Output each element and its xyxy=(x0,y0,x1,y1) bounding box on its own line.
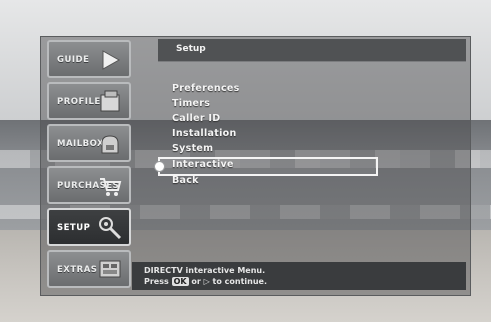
mailbox-icon xyxy=(101,135,119,154)
tab-mailbox[interactable]: MAILBOX xyxy=(47,124,131,162)
tab-extras[interactable]: EXTRAS xyxy=(47,250,131,288)
extras-icon xyxy=(99,260,121,278)
menu-item-label: Back xyxy=(172,175,199,186)
menu-item-interactive[interactable]: Interactive xyxy=(154,157,378,176)
title-bar: Setup xyxy=(158,39,466,62)
page-title: Setup xyxy=(176,44,206,54)
menu-item-label: Caller ID xyxy=(172,113,221,124)
arrow-right-icon xyxy=(102,50,121,70)
help-text: or ▷ to continue. xyxy=(191,277,267,286)
menu-item-label: Preferences xyxy=(172,83,240,94)
menu-item-caller-id[interactable]: Caller ID xyxy=(172,113,392,127)
profile-card-icon xyxy=(100,90,120,112)
shopping-cart-icon xyxy=(100,178,122,196)
tab-setup[interactable]: SETUP xyxy=(47,208,131,246)
tab-profiles[interactable]: PROFILES xyxy=(47,82,131,120)
menu-item-back[interactable]: Back xyxy=(172,175,392,189)
ok-key-badge: OK xyxy=(171,277,189,286)
tab-guide[interactable]: GUIDE xyxy=(47,40,131,78)
menu-item-timers[interactable]: Timers xyxy=(172,98,392,112)
menu-item-system[interactable]: System xyxy=(172,143,392,157)
menu-item-installation[interactable]: Installation xyxy=(172,128,392,142)
tab-label: EXTRAS xyxy=(57,265,98,275)
help-bar: DIRECTV interactive Menu. Press OK or ▷ … xyxy=(132,262,466,290)
menu-item-label: Timers xyxy=(172,98,211,109)
menu-item-label: Interactive xyxy=(172,159,234,170)
tab-purchases[interactable]: PURCHASES xyxy=(47,166,131,204)
help-text: Press xyxy=(144,277,169,286)
tools-icon xyxy=(99,217,122,240)
menu-item-label: Installation xyxy=(172,128,237,139)
tab-label: GUIDE xyxy=(57,55,90,65)
menu-item-preferences[interactable]: Preferences xyxy=(172,83,392,97)
tab-label: SETUP xyxy=(57,223,91,233)
help-instruction: Press OK or ▷ to continue. xyxy=(144,277,267,286)
menu-item-label: System xyxy=(172,143,214,154)
help-text: DIRECTV interactive Menu. xyxy=(144,266,266,275)
selection-marker-icon xyxy=(154,161,165,172)
